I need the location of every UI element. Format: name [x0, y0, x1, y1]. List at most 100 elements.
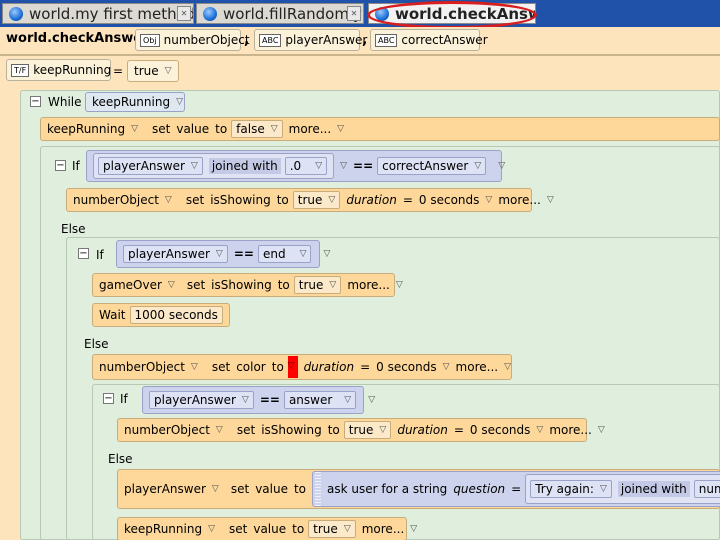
object-name: playerAnswer — [124, 482, 206, 496]
value-text: true — [297, 193, 323, 207]
collapse-icon[interactable]: − — [103, 393, 114, 404]
color-swatch-red[interactable]: ▽ — [288, 356, 298, 378]
duration-value[interactable]: 0 seconds — [376, 360, 437, 374]
more-button[interactable]: more... — [549, 423, 592, 437]
drag-grip[interactable] — [315, 472, 322, 506]
dropdown-arrow-icon: ▽ — [395, 280, 403, 290]
param-player-answer[interactable]: ABC playerAnswer — [254, 29, 367, 51]
while-condition[interactable]: keepRunning ▽ — [85, 92, 185, 112]
more-button[interactable]: more... — [289, 122, 332, 136]
value-text: true — [348, 423, 374, 437]
param-name: numberObject — [163, 33, 250, 47]
if-condition-answer[interactable]: playerAnswer ▽ == answer ▽ ▽ — [142, 386, 375, 414]
verb-text: set — [211, 360, 231, 374]
statement-set-keeprunning-true[interactable]: keepRunning ▽ set value to true ▽ more... ▽ — [117, 517, 417, 540]
dropdown-arrow-icon: ▽ — [270, 124, 278, 134]
header-divider — [0, 54, 720, 56]
value-field[interactable]: false ▽ — [231, 120, 283, 138]
if-keyword: If — [72, 159, 80, 173]
statement-set-keeprunning-false[interactable]: keepRunning ▽ set value to false ▽ more...… — [40, 117, 720, 141]
object-name: gameOver — [99, 278, 162, 292]
highlight-ellipse — [367, 1, 537, 29]
more-button[interactable]: more... — [347, 278, 390, 292]
local-var-keep-running[interactable]: T/F keepRunning — [6, 59, 111, 81]
param-name: playerAnswer — [285, 33, 368, 47]
tab-fill-randomly[interactable]: world.fillRandomly ✕ — [196, 3, 364, 24]
param-correct-answer[interactable]: ABC correctAnswer — [370, 29, 488, 51]
property-text: value — [253, 522, 287, 536]
dropdown-arrow-icon: ▽ — [164, 66, 172, 76]
collapse-icon[interactable]: − — [30, 96, 41, 107]
tab-my-first-method[interactable]: world.my first method ✕ — [2, 3, 194, 24]
number-field-partial[interactable]: numbe — [693, 480, 720, 498]
value-field[interactable]: true ▽ — [343, 421, 392, 439]
operand-text: numbe — [698, 482, 720, 496]
player-answer-field[interactable]: playerAnswer ▽ — [149, 391, 254, 409]
function-name: ask user for a string — [327, 482, 448, 496]
string-type-icon: ABC — [375, 33, 398, 47]
value-text: false — [236, 122, 265, 136]
statement-wait[interactable]: Wait 1000 seconds — [92, 303, 230, 327]
duration-label: duration — [303, 360, 355, 374]
value-text: true — [313, 522, 338, 536]
object-name: keepRunning — [124, 522, 203, 536]
if-condition-correct[interactable]: playerAnswer ▽ joined with .0 ▽ ▽ == corre… — [86, 150, 505, 182]
else-keyword: Else — [61, 222, 86, 236]
ask-user-function[interactable]: ask user for a string question = Try aga… — [312, 471, 720, 507]
dropdown-arrow-icon: ▽ — [536, 425, 544, 435]
close-tab-icon[interactable]: ✕ — [347, 6, 361, 21]
duration-value[interactable]: 0 seconds — [419, 193, 480, 207]
value-field[interactable]: true ▽ — [308, 520, 356, 538]
collapse-icon[interactable]: − — [55, 160, 66, 171]
statement-set-color[interactable]: numberObject ▽ set color to ▽ duration = … — [92, 354, 512, 380]
dropdown-arrow-icon: ▽ — [344, 395, 352, 405]
property-text: isShowing — [210, 193, 271, 207]
joined-expression[interactable]: playerAnswer ▽ joined with .0 ▽ — [93, 153, 335, 179]
value-field[interactable]: true ▽ — [293, 276, 342, 294]
close-tab-icon[interactable]: ✕ — [177, 6, 191, 21]
operand-text: correctAnswer — [382, 159, 469, 173]
dropdown-arrow-icon: ▽ — [190, 362, 198, 372]
if-condition-end[interactable]: playerAnswer ▽ == end ▽ ▽ — [116, 240, 330, 268]
param-name: correctAnswer — [401, 33, 488, 47]
value-field[interactable]: true ▽ — [292, 191, 341, 209]
duration-value[interactable]: 0 seconds — [470, 423, 531, 437]
joined-value-field[interactable]: .0 ▽ — [284, 157, 328, 175]
correct-answer-field[interactable]: correctAnswer ▽ — [377, 157, 487, 175]
property-text: isShowing — [261, 423, 322, 437]
player-answer-field[interactable]: playerAnswer ▽ — [123, 245, 228, 263]
statement-show-number-object[interactable]: numberObject ▽ set isShowing to true ▽ dur… — [66, 188, 554, 212]
world-globe-icon — [9, 6, 23, 21]
if-keyword: If — [120, 392, 128, 406]
local-var-value[interactable]: true ▽ — [127, 60, 179, 82]
param-number-object[interactable]: Obj numberObject — [135, 29, 250, 51]
dropdown-arrow-icon: ▽ — [167, 280, 175, 290]
more-button[interactable]: more... — [362, 522, 405, 536]
collapse-icon[interactable]: − — [78, 248, 89, 259]
object-name: keepRunning — [47, 122, 126, 136]
to-text: to — [271, 360, 284, 374]
end-string-field[interactable]: end ▽ — [257, 245, 312, 263]
statement-ask-user[interactable]: playerAnswer ▽ set value to ask user for … — [117, 469, 720, 509]
duration-equals: = — [360, 360, 371, 374]
duration-value: 1000 seconds — [134, 308, 218, 322]
player-answer-field[interactable]: playerAnswer ▽ — [98, 157, 203, 175]
question-joined-expression[interactable]: Try again: ▽ joined with numbe — [525, 474, 720, 504]
more-button[interactable]: more... — [498, 193, 541, 207]
dropdown-arrow-icon: ▽ — [315, 161, 323, 171]
question-text: Try again: — [535, 482, 594, 496]
dropdown-arrow-icon: ▽ — [164, 195, 172, 205]
dropdown-arrow-icon: ▽ — [208, 524, 215, 534]
statement-show-number-object-2[interactable]: numberObject ▽ set isShowing to true ▽ dur… — [117, 418, 605, 442]
answer-field[interactable]: answer ▽ — [283, 391, 357, 409]
question-text-field[interactable]: Try again: ▽ — [530, 480, 612, 498]
world-globe-icon — [203, 6, 217, 21]
statement-show-game-over[interactable]: gameOver ▽ set isShowing to true ▽ more...… — [92, 273, 403, 297]
tab-label: world.fillRandomly — [223, 4, 362, 23]
property-text: value — [176, 122, 210, 136]
property-text: value — [255, 482, 288, 496]
more-button[interactable]: more... — [456, 360, 499, 374]
wait-duration-field[interactable]: 1000 seconds — [129, 306, 223, 324]
else-keyword: Else — [84, 337, 109, 351]
value-text: true — [298, 278, 324, 292]
